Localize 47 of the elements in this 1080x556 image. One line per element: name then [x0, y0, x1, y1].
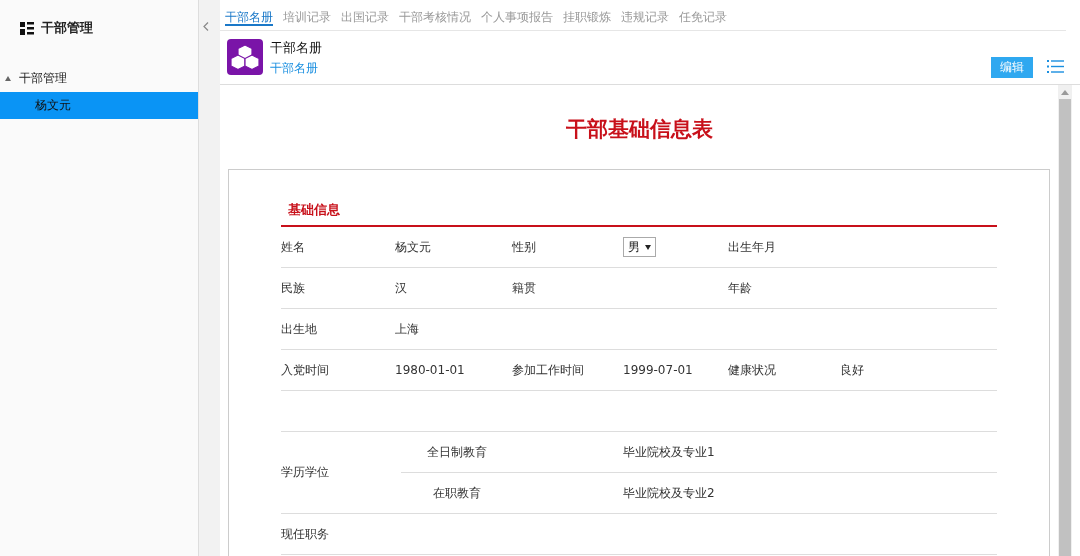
tab[interactable]: 出国记录: [341, 9, 389, 26]
page-title: 干部名册: [270, 39, 322, 57]
field-label: 参加工作时间: [512, 361, 585, 379]
tab[interactable]: 违规记录: [621, 9, 669, 26]
section-heading: 基础信息: [281, 201, 997, 227]
selected-tree-row[interactable]: 杨文元: [0, 92, 198, 119]
school-and-major: 毕业院校及专业2: [622, 484, 716, 502]
school-and-major: 毕业院校及专业1: [622, 443, 716, 461]
list-menu-icon[interactable]: [1047, 60, 1064, 73]
education-type: 在职教育: [431, 484, 482, 502]
tree-item-label[interactable]: 杨文元: [35, 97, 71, 114]
field-label: 姓名: [281, 238, 306, 256]
document-title: 干部基础信息表: [565, 116, 713, 143]
scroll-up-arrow-icon[interactable]: [1061, 90, 1069, 95]
vertical-scrollbar[interactable]: [1058, 85, 1072, 556]
field-label: 入党时间: [281, 361, 330, 379]
tab[interactable]: 干部名册: [225, 9, 273, 26]
edit-button[interactable]: 编辑: [991, 57, 1033, 78]
field-label: 性别: [512, 238, 537, 256]
field-label: 年龄: [728, 279, 753, 297]
cubes-app-icon: [227, 39, 263, 75]
field-value: 1999-07-01: [623, 363, 694, 377]
field-label: 出生年月: [728, 238, 777, 256]
sidebar-title: 干部管理: [41, 19, 93, 37]
tab[interactable]: 任免记录: [679, 9, 727, 26]
tab[interactable]: 干部考核情况: [399, 9, 471, 26]
tab[interactable]: 个人事项报告: [481, 9, 553, 26]
expand-triangle-icon[interactable]: [5, 76, 11, 81]
field-label: 籍贯: [512, 279, 537, 297]
grid-menu-icon: [20, 21, 34, 35]
field-label: 健康状况: [728, 361, 777, 379]
breadcrumb-link[interactable]: 干部名册: [270, 60, 322, 77]
field-label: 学历学位: [281, 464, 330, 481]
field-value: 上海: [395, 320, 420, 338]
field-value: 1980-01-01: [395, 363, 466, 377]
gender-select[interactable]: 男: [623, 237, 656, 257]
field-value: 良好: [840, 361, 865, 379]
field-label: 民族: [281, 279, 306, 297]
field-label: 现任职务: [281, 525, 330, 543]
tab[interactable]: 培训记录: [283, 9, 331, 26]
education-type: 全日制教育: [425, 443, 488, 461]
field-value: 汉: [395, 279, 408, 297]
field-label: 出生地: [281, 320, 318, 338]
field-value: 杨文元: [395, 238, 432, 256]
tree-item-label[interactable]: 干部管理: [19, 70, 67, 87]
tab[interactable]: 挂职锻炼: [563, 9, 611, 26]
collapse-chevron-icon[interactable]: [203, 22, 209, 31]
